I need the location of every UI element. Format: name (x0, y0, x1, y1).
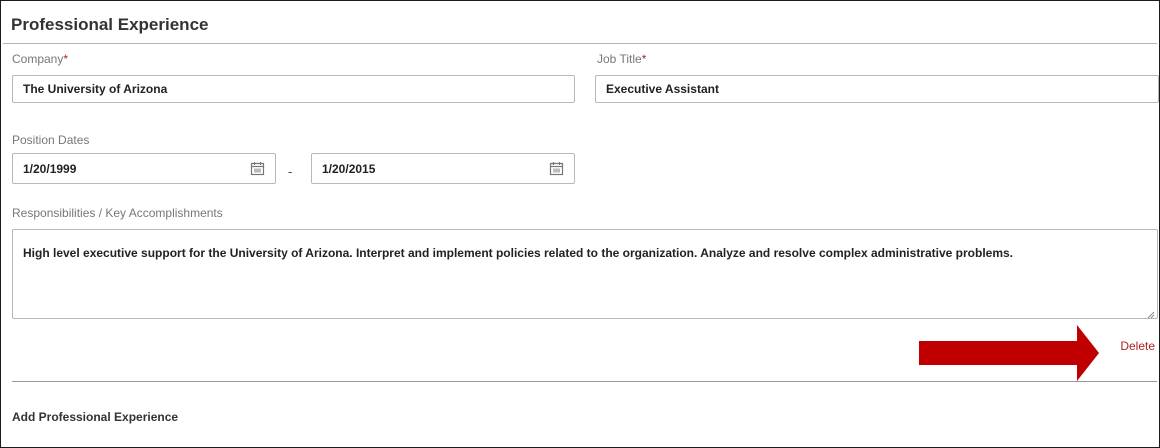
required-asterisk: * (63, 52, 69, 66)
job-title-input[interactable]: Executive Assistant (595, 75, 1159, 103)
start-date-input[interactable]: 1/20/1999 (12, 153, 276, 184)
end-date-value: 1/20/2015 (322, 161, 376, 176)
add-professional-experience-link[interactable]: Add Professional Experience (12, 410, 178, 424)
company-label: Company* (12, 52, 69, 66)
start-date-value: 1/20/1999 (23, 161, 77, 176)
professional-experience-panel: Professional Experience Company* The Uni… (0, 0, 1160, 448)
calendar-icon[interactable] (250, 161, 265, 176)
responsibilities-label: Responsibilities / Key Accomplishments (12, 206, 223, 220)
end-date-input[interactable]: 1/20/2015 (311, 153, 575, 184)
section-title: Professional Experience (11, 15, 209, 34)
delete-link[interactable]: Delete (1120, 339, 1155, 353)
company-input[interactable]: The University of Arizona (12, 75, 575, 103)
responsibilities-textarea[interactable]: High level executive support for the Uni… (12, 229, 1158, 319)
job-title-label: Job Title* (597, 52, 647, 66)
resize-grip-icon[interactable] (1147, 308, 1155, 319)
position-dates-label: Position Dates (12, 133, 90, 147)
responsibilities-text: High level executive support for the Uni… (23, 246, 1014, 260)
job-title-input-value: Executive Assistant (606, 82, 719, 96)
arrow-right-icon (919, 325, 1099, 381)
section-divider (12, 381, 1157, 382)
required-asterisk: * (641, 52, 647, 66)
date-range-separator: - (288, 164, 293, 179)
company-input-value: The University of Arizona (23, 82, 168, 96)
calendar-icon[interactable] (549, 161, 564, 176)
title-divider (3, 43, 1157, 44)
